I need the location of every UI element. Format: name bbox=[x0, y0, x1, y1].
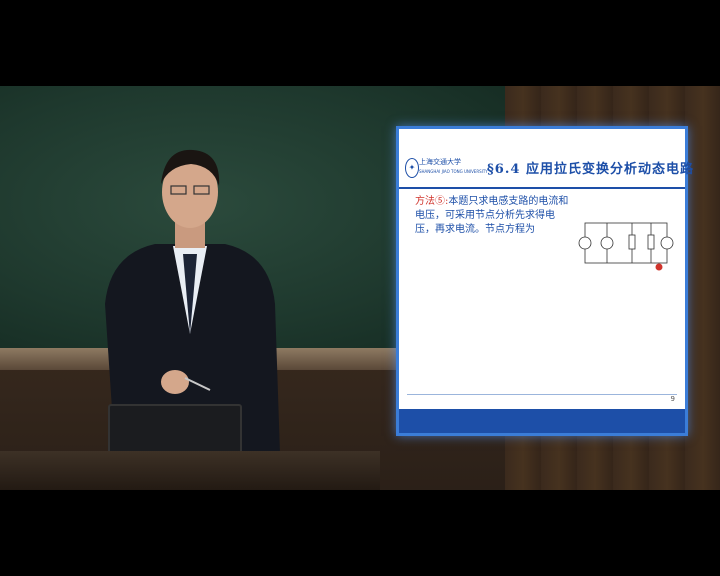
lecture-video-frame: ✦ 上海交通大学 SHANGHAI JIAO TONG UNIVERSITY §… bbox=[0, 86, 720, 490]
slide-title: §6.4 应用拉氏变换分析动态电路 bbox=[487, 162, 694, 177]
slide-body: 方法⑤:本题只求电感支路的电流和电压，可采用节点分析先求得电压，再求电流。节点方… bbox=[415, 195, 573, 237]
slide-footer-line bbox=[407, 394, 677, 395]
desk-monitor bbox=[108, 404, 242, 458]
logo-subtext: SHANGHAI JIAO TONG UNIVERSITY bbox=[419, 169, 488, 174]
logo-text: 上海交通大学 bbox=[419, 158, 461, 166]
lecture-desk bbox=[0, 451, 380, 490]
method-label: 方法⑤: bbox=[415, 196, 449, 207]
slide-header: ✦ 上海交通大学 SHANGHAI JIAO TONG UNIVERSITY §… bbox=[399, 153, 693, 189]
projected-slide: ✦ 上海交通大学 SHANGHAI JIAO TONG UNIVERSITY §… bbox=[396, 126, 693, 436]
slide-bottom-bar bbox=[399, 409, 685, 433]
circuit-diagram bbox=[578, 222, 674, 271]
university-logo-icon: ✦ bbox=[405, 158, 419, 178]
slide-page-number: 9 bbox=[670, 395, 675, 403]
